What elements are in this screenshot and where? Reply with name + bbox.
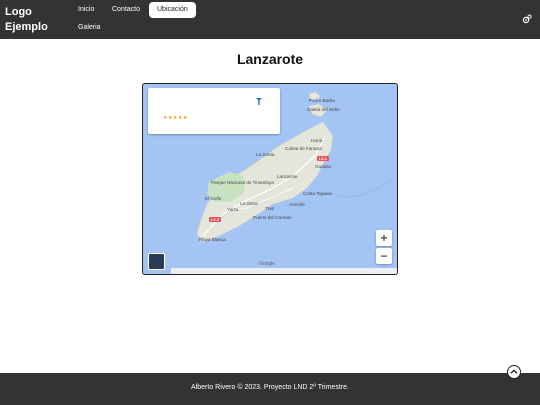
- google-brand: Google: [259, 261, 276, 267]
- zoom-in-label: +: [380, 231, 388, 245]
- place-label: La Santa: [256, 152, 275, 157]
- place-label: Arrecife: [289, 202, 305, 207]
- place-label: Haría: [311, 138, 323, 143]
- directions-icon[interactable]: [254, 96, 264, 106]
- logo-line-2: Ejemplo: [5, 21, 48, 33]
- nav-inicio[interactable]: Inicio: [78, 2, 94, 18]
- rating-stars: ★★★★★: [163, 115, 188, 121]
- place-label: Yaiza: [227, 207, 239, 212]
- zoom-in-button[interactable]: +: [376, 230, 392, 246]
- sea-route: [332, 178, 394, 198]
- place-label: La Geria: [240, 201, 258, 206]
- place-label: Parque Nacional de Timanfaya: [211, 180, 274, 185]
- footer: Alberto Rivero © 2023. Proyecto LND 2º T…: [0, 373, 540, 405]
- map-attribution-bar: [171, 268, 397, 274]
- place-label: Pedro Barba: [309, 98, 335, 103]
- place-label: Tías: [265, 206, 275, 211]
- nav-contacto[interactable]: Contacto: [112, 2, 140, 18]
- zoom-out-button[interactable]: −: [376, 248, 392, 264]
- gear-icon[interactable]: [522, 14, 532, 24]
- zoom-out-label: −: [380, 249, 388, 263]
- page-title: Lanzarote: [236, 51, 304, 67]
- nav-galeria[interactable]: Galeria: [78, 20, 101, 36]
- nav-ubicacion[interactable]: Ubicación: [149, 2, 196, 18]
- place-label: Caleta del Sebo: [307, 107, 340, 112]
- place-label: Puerto del Carmen: [253, 215, 292, 220]
- place-label: Costa Teguise: [303, 191, 332, 196]
- logo-line-1: Logo: [5, 6, 32, 18]
- top-navbar: Logo Ejemplo Inicio Contacto Ubicación G…: [0, 0, 540, 39]
- road-label-lz1: LZ-1: [319, 157, 327, 161]
- back-to-top-icon[interactable]: [507, 365, 521, 379]
- site-logo[interactable]: Logo Ejemplo: [5, 5, 65, 35]
- place-label: Playa Blanca: [199, 237, 226, 242]
- place-info-card[interactable]: ★★★★★: [148, 88, 280, 134]
- embedded-map[interactable]: LZ-1 LZ-2 Pedro Barba Caleta del Sebo Ha…: [142, 83, 398, 275]
- street-view-thumbnail[interactable]: [148, 253, 165, 270]
- footer-copyright: Alberto Rivero © 2023. Proyecto LND 2º T…: [191, 384, 349, 391]
- place-label: El Golfo: [205, 196, 222, 201]
- place-label: Caleta de Famara: [285, 146, 322, 151]
- place-label: Lanzarote: [277, 174, 298, 179]
- road-label-lz2: LZ-2: [211, 218, 219, 222]
- place-label: Guatiza: [315, 164, 331, 169]
